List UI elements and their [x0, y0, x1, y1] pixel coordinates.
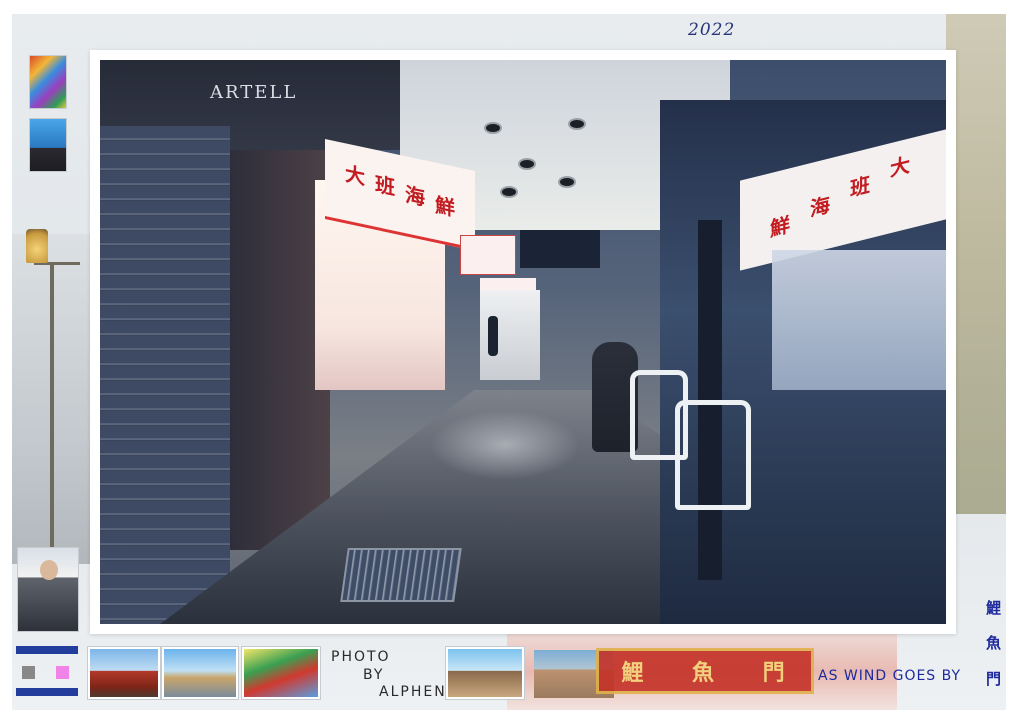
street-lamp-pole: [50, 264, 54, 554]
credit-author: ALPHEN: [379, 684, 447, 700]
year-label: 2022: [688, 20, 736, 40]
thumbnail-tram[interactable]: [242, 647, 320, 699]
shop-sign-char: 大: [890, 152, 910, 182]
shop-sign-char: 鮮: [770, 212, 790, 242]
shop-sign-char: 海: [810, 192, 830, 222]
ceiling-light-icon: [486, 124, 500, 132]
main-photo-frame: ARTELL 大 班 海 鮮 鮮 海 班 大: [90, 50, 956, 634]
credit-by: BY: [363, 667, 385, 683]
temple-sign: 鯉 魚 門: [596, 648, 814, 694]
motto-text: AS WIND GOES BY: [818, 668, 962, 684]
flag-bar-bottom: [16, 688, 78, 696]
flag-pink-square: [56, 666, 69, 679]
shop-sign-char: 鮮: [435, 192, 455, 221]
thumbnail-city-waterfront[interactable]: [162, 647, 238, 699]
photographer-avatar[interactable]: [17, 547, 79, 632]
temple-sign-char: 鯉: [621, 660, 648, 686]
manhole-cover: [340, 548, 462, 602]
vertical-char-3: 門: [986, 670, 1002, 688]
vertical-char-1: 鯉: [986, 599, 1002, 617]
hanging-sign: [460, 235, 516, 275]
temple-sign-char: 魚: [691, 660, 718, 686]
stained-glass-thumbnail[interactable]: [29, 55, 67, 109]
flag-bar-top: [16, 646, 78, 654]
avatar-face: [40, 560, 58, 580]
thumbnail-gate[interactable]: [88, 647, 160, 699]
shop-sign-char: 班: [850, 172, 870, 202]
ceiling-light-icon: [560, 178, 574, 186]
rolling-shutter: [100, 126, 230, 624]
shop-sign-char: 大: [345, 161, 365, 190]
temple-sign-char: 門: [762, 660, 789, 686]
ceiling-light-icon: [520, 160, 534, 168]
main-photo[interactable]: ARTELL 大 班 海 鮮 鮮 海 班 大: [100, 60, 946, 624]
ceiling-light-icon: [502, 188, 516, 196]
flag-grey-square: [22, 666, 35, 679]
credit-photo: PHOTO: [331, 649, 391, 665]
flag-logo: [16, 646, 78, 698]
street-lamp-icon: [26, 229, 48, 263]
ceiling-light-icon: [570, 120, 584, 128]
plastic-chair: [675, 400, 751, 510]
cross-silhouette-thumbnail[interactable]: [29, 118, 67, 172]
shop-sign-char: 海: [405, 182, 425, 211]
floor-reflection: [430, 410, 580, 480]
shop-sign-char: 班: [375, 171, 395, 200]
vertical-char-2: 魚: [986, 634, 1002, 652]
storefront-interior: [772, 250, 946, 390]
thumbnail-beach-rock[interactable]: [446, 647, 524, 699]
hanging-sign-dark: [520, 230, 600, 268]
awning-text: ARTELL: [210, 82, 298, 103]
distant-pedestrian: [488, 316, 498, 356]
